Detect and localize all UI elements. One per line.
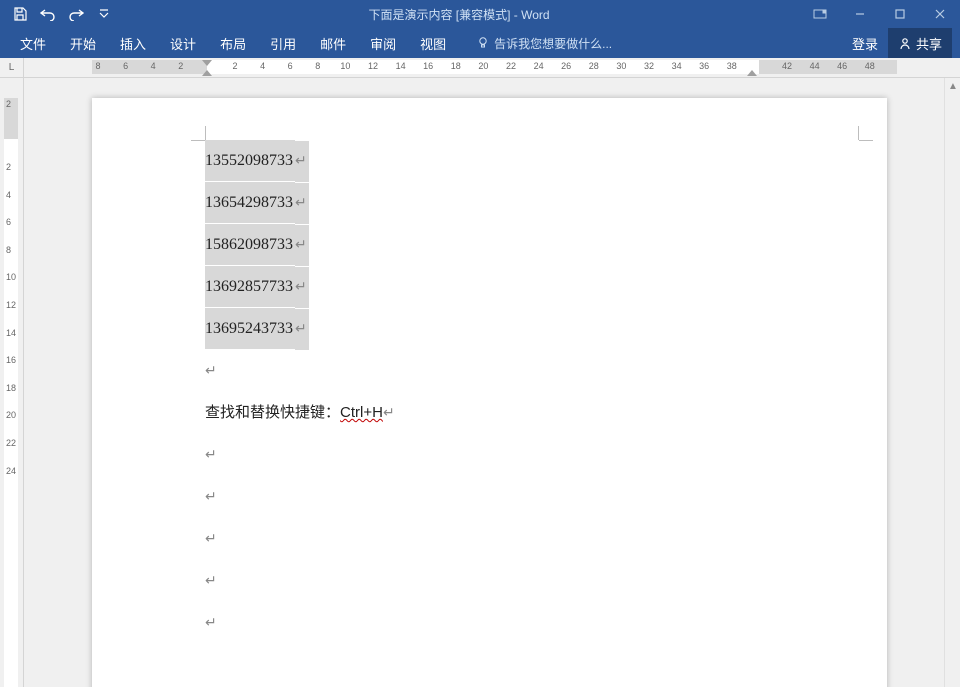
pilcrow-icon: ↵	[205, 574, 217, 589]
tab-file[interactable]: 文件	[8, 28, 58, 58]
para-hint[interactable]: 查找和替换快捷键：Ctrl+H↵	[205, 392, 859, 434]
para-phone[interactable]: 13552098733↵	[205, 140, 859, 182]
pilcrow-icon: ↵	[205, 364, 217, 379]
scroll-up-button[interactable]: ▲	[945, 78, 960, 94]
minimize-button[interactable]	[840, 0, 880, 28]
para-phone[interactable]: 15862098733↵	[205, 224, 859, 266]
para-empty[interactable]: ↵	[205, 350, 859, 392]
redo-button[interactable]	[62, 0, 90, 28]
vertical-scrollbar[interactable]: ▲	[944, 78, 960, 687]
pilcrow-icon: ↵	[295, 141, 309, 182]
para-phone[interactable]: 13692857733↵	[205, 266, 859, 308]
pilcrow-icon: ↵	[205, 490, 217, 505]
para-empty[interactable]: ↵	[205, 434, 859, 476]
close-button[interactable]	[920, 0, 960, 28]
document-area[interactable]: 13552098733↵13654298733↵15862098733↵1369…	[24, 78, 960, 687]
para-phone[interactable]: 13695243733↵	[205, 308, 859, 350]
page[interactable]: 13552098733↵13654298733↵15862098733↵1369…	[92, 98, 887, 687]
tab-design[interactable]: 设计	[158, 28, 208, 58]
pilcrow-icon: ↵	[295, 183, 309, 224]
save-button[interactable]	[6, 0, 34, 28]
hanging-indent-marker[interactable]	[202, 70, 212, 76]
vertical-ruler[interactable]: 224681012141618202224	[0, 78, 24, 687]
title-bar: 下面是演示内容 [兼容模式] - Word	[0, 0, 960, 28]
window-title: 下面是演示内容 [兼容模式] - Word	[118, 6, 800, 23]
pilcrow-icon: ↵	[383, 406, 395, 421]
ribbon-tabs: 文件 开始 插入 设计 布局 引用 邮件 审阅 视图 告诉我您想要做什么... …	[0, 28, 960, 58]
tell-me-search[interactable]: 告诉我您想要做什么...	[476, 35, 612, 52]
selected-text[interactable]: 15862098733	[205, 224, 295, 265]
pilcrow-icon: ↵	[205, 532, 217, 547]
share-button[interactable]: 共享	[888, 28, 952, 58]
tab-selector[interactable]: L	[0, 58, 24, 78]
first-line-indent-marker[interactable]	[202, 60, 212, 66]
selected-text[interactable]: 13692857733	[205, 266, 295, 307]
pilcrow-icon: ↵	[205, 448, 217, 463]
para-empty[interactable]: ↵	[205, 476, 859, 518]
window-controls	[800, 0, 960, 28]
qat-customize-button[interactable]	[90, 0, 118, 28]
selected-text[interactable]: 13552098733	[205, 140, 295, 181]
selected-text[interactable]: 13695243733	[205, 308, 295, 349]
horizontal-ruler[interactable]: 8642246810121416182022242628303234363842…	[24, 58, 960, 78]
tell-me-placeholder: 告诉我您想要做什么...	[494, 35, 612, 52]
tab-review[interactable]: 审阅	[358, 28, 408, 58]
page-body[interactable]: 13552098733↵13654298733↵15862098733↵1369…	[205, 140, 859, 644]
ribbon-display-options-button[interactable]	[800, 0, 840, 28]
hint-label: 查找和替换快捷键：	[205, 404, 340, 421]
pilcrow-icon: ↵	[295, 267, 309, 308]
tab-mailings[interactable]: 邮件	[308, 28, 358, 58]
workspace: L 86422468101214161820222426283032343638…	[0, 58, 960, 687]
right-indent-marker[interactable]	[747, 70, 757, 76]
para-empty[interactable]: ↵	[205, 560, 859, 602]
selected-text[interactable]: 13654298733	[205, 182, 295, 223]
para-empty[interactable]: ↵	[205, 518, 859, 560]
share-person-icon	[898, 36, 912, 50]
para-empty[interactable]: ↵	[205, 602, 859, 644]
pilcrow-icon: ↵	[205, 616, 217, 631]
lightbulb-icon	[476, 36, 490, 50]
pilcrow-icon: ↵	[295, 225, 309, 266]
para-phone[interactable]: 13654298733↵	[205, 182, 859, 224]
undo-button[interactable]	[34, 0, 62, 28]
hint-shortcut: Ctrl+H	[340, 404, 383, 421]
pilcrow-icon: ↵	[295, 309, 309, 350]
tab-home[interactable]: 开始	[58, 28, 108, 58]
tab-references[interactable]: 引用	[258, 28, 308, 58]
tab-insert[interactable]: 插入	[108, 28, 158, 58]
quick-access-toolbar	[0, 0, 118, 28]
maximize-button[interactable]	[880, 0, 920, 28]
tab-view[interactable]: 视图	[408, 28, 458, 58]
tab-layout[interactable]: 布局	[208, 28, 258, 58]
login-button[interactable]: 登录	[842, 34, 888, 53]
